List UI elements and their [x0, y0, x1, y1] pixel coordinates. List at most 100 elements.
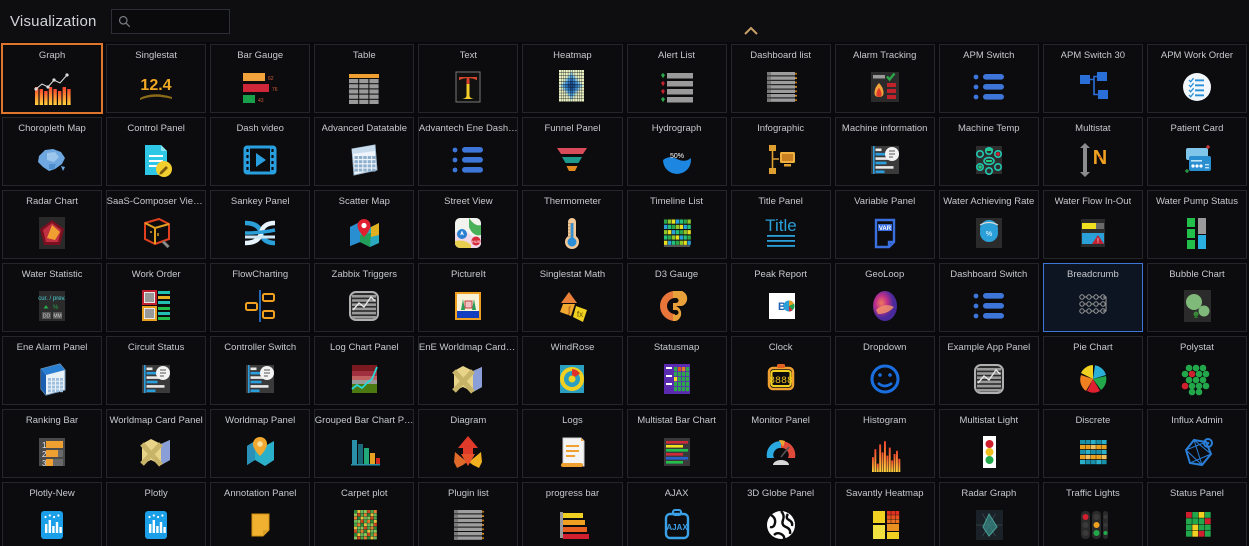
viz-card-control-panel[interactable]: Control Panel [106, 117, 207, 186]
viz-card-dashboard-list[interactable]: Dashboard list [730, 44, 831, 113]
viz-card-histogram[interactable]: Histogram [834, 409, 935, 478]
viz-card-monitor-panel[interactable]: Monitor Panel [730, 409, 831, 478]
viz-card-zabbix-triggers[interactable]: Zabbix Triggers [314, 263, 415, 332]
viz-card-singlestat[interactable]: Singlestat 12.4 [106, 44, 207, 113]
viz-card-saas-composer-viewer[interactable]: SaaS-Composer Viewer [106, 190, 207, 259]
viz-card-multistat-bar-chart[interactable]: Multistat Bar Chart [626, 409, 727, 478]
viz-card-apm-work-order[interactable]: APM Work Order [1146, 44, 1247, 113]
viz-card-alert-list[interactable]: Alert List [626, 44, 727, 113]
viz-card-diagram[interactable]: Diagram [418, 409, 519, 478]
viz-card-title-panel[interactable]: Title Panel Title [730, 190, 831, 259]
viz-card-alarm-tracking[interactable]: Alarm Tracking [834, 44, 935, 113]
viz-card-status-panel[interactable]: Status Panel [1146, 482, 1247, 546]
viz-card-text[interactable]: Text [418, 44, 519, 113]
viz-card-flowcharting[interactable]: FlowCharting [210, 263, 311, 332]
viz-card-label: Variable Panel [854, 196, 916, 207]
viz-card-geoloop[interactable]: GeoLoop [834, 263, 935, 332]
viz-card-progress-bar[interactable]: progress bar [522, 482, 623, 546]
viz-card-worldmap-card-panel[interactable]: Worldmap Card Panel [106, 409, 207, 478]
viz-card-thermometer[interactable]: Thermometer [522, 190, 623, 259]
viz-card-ranking-bar[interactable]: Ranking Bar 1 2 3 [2, 409, 103, 478]
text-icon [419, 62, 517, 112]
viz-card-peak-report[interactable]: Peak ReportBT [730, 263, 831, 332]
viz-card-3d-globe-panel[interactable]: 3D Globe Panel [730, 482, 831, 546]
viz-card-variable-panel[interactable]: Variable Panel VAR [834, 190, 935, 259]
viz-card-circuit-status[interactable]: Circuit Status [106, 336, 207, 405]
viz-card-scatter-map[interactable]: Scatter Map [314, 190, 415, 259]
viz-card-sankey-panel[interactable]: Sankey Panel [210, 190, 311, 259]
viz-card-multistat-light[interactable]: Multistat Light [938, 409, 1039, 478]
ene-alarm-panel-icon [3, 354, 101, 404]
statusmap-icon [628, 354, 726, 404]
viz-card-windrose[interactable]: WindRose [522, 336, 623, 405]
monitor-panel-icon [732, 427, 830, 477]
viz-card-ajax[interactable]: AJAX AJAX [626, 482, 727, 546]
viz-card-statusmap[interactable]: Statusmap [626, 336, 727, 405]
viz-card-apm-switch-30[interactable]: APM Switch 30 [1042, 44, 1143, 113]
viz-card-water-achieving-rate[interactable]: Water Achieving Rate% [938, 190, 1039, 259]
viz-card-plugin-list[interactable]: Plugin list [418, 482, 519, 546]
viz-card-water-statistic[interactable]: Water Statistic cur. / prev.% DD MM [2, 263, 103, 332]
heatmap-icon [523, 62, 621, 112]
apm-switch-icon [940, 62, 1038, 112]
diagram-icon [419, 427, 517, 477]
viz-card-advanced-datatable[interactable]: Advanced Datatable [314, 117, 415, 186]
viz-card-ene-worldmap-card-panel[interactable]: EnE Worldmap Card Panel [418, 336, 519, 405]
viz-card-example-app-panel[interactable]: Example App Panel [938, 336, 1039, 405]
viz-card-log-chart-panel[interactable]: Log Chart Panel [314, 336, 415, 405]
viz-card-funnel-panel[interactable]: Funnel Panel [522, 117, 623, 186]
viz-card-graph[interactable]: Graph [1, 43, 104, 114]
viz-card-radar-graph[interactable]: Radar Graph [938, 482, 1039, 546]
viz-card-d3-gauge[interactable]: D3 Gauge [626, 263, 727, 332]
viz-card-infographic[interactable]: Infographic [730, 117, 831, 186]
viz-card-dash-video[interactable]: Dash video [210, 117, 311, 186]
viz-card-heatmap[interactable]: Heatmap [522, 44, 623, 113]
viz-card-influx-admin[interactable]: Influx Admin [1146, 409, 1247, 478]
viz-card-apm-switch[interactable]: APM Switch [938, 44, 1039, 113]
viz-card-choropleth-map[interactable]: Choropleth Map [2, 117, 103, 186]
viz-card-clock[interactable]: Clock 8888 [730, 336, 831, 405]
viz-card-water-pump-status[interactable]: Water Pump Status [1146, 190, 1247, 259]
viz-card-hydrograph[interactable]: Hydrograph 50% [626, 117, 727, 186]
viz-card-ene-alarm-panel[interactable]: Ene Alarm Panel [2, 336, 103, 405]
viz-card-bar-gauge[interactable]: Bar Gauge 62 76 43 [210, 44, 311, 113]
viz-card-polystat[interactable]: Polystat [1146, 336, 1247, 405]
viz-card-carpet-plot[interactable]: Carpet plot [314, 482, 415, 546]
viz-card-breadcrumb[interactable]: Breadcrumb [1042, 263, 1143, 332]
viz-card-work-order[interactable]: Work Order [106, 263, 207, 332]
viz-card-pictureit[interactable]: PictureIt [418, 263, 519, 332]
viz-card-street-view[interactable]: Street View HUB [418, 190, 519, 259]
viz-card-discrete[interactable]: Discrete [1042, 409, 1143, 478]
alert-list-icon [628, 62, 726, 112]
search-input[interactable] [130, 14, 292, 28]
viz-card-grouped-bar-chart-panel[interactable]: Grouped Bar Chart Panel [314, 409, 415, 478]
viz-card-dashboard-switch[interactable]: Dashboard Switch [938, 263, 1039, 332]
viz-card-water-flow-in-out[interactable]: Water Flow In-Out! [1042, 190, 1143, 259]
viz-card-machine-information[interactable]: Machine information [834, 117, 935, 186]
viz-card-plotly[interactable]: Plotly [106, 482, 207, 546]
viz-card-savantly-heatmap[interactable]: Savantly Heatmap [834, 482, 935, 546]
viz-card-annotation-panel[interactable]: Annotation Panel [210, 482, 311, 546]
chevron-up-icon[interactable] [743, 26, 759, 36]
viz-card-plotly-new[interactable]: Plotly-New [2, 482, 103, 546]
viz-card-traffic-lights[interactable]: Traffic Lights [1042, 482, 1143, 546]
viz-card-controller-switch[interactable]: Controller Switch [210, 336, 311, 405]
viz-card-label: Graph [38, 50, 66, 61]
viz-card-patient-card[interactable]: Patient Card [1146, 117, 1247, 186]
viz-card-advantech-ene-dashbo[interactable]: Advantech Ene Dashbo... [418, 117, 519, 186]
viz-card-table[interactable]: Table [314, 44, 415, 113]
viz-card-radar-chart[interactable]: Radar Chart [2, 190, 103, 259]
viz-card-pie-chart[interactable]: Pie Chart [1042, 336, 1143, 405]
viz-card-logs[interactable]: Logs [522, 409, 623, 478]
svg-text:%: % [53, 305, 59, 311]
viz-card-worldmap-panel[interactable]: Worldmap Panel [210, 409, 311, 478]
search-box[interactable] [110, 8, 292, 34]
traffic-lights-icon [1044, 500, 1142, 546]
viz-card-machine-temp[interactable]: Machine Temp [938, 117, 1039, 186]
viz-card-multistat[interactable]: Multistat N. [1042, 117, 1143, 186]
viz-card-dropdown[interactable]: Dropdown [834, 336, 935, 405]
viz-card-bubble-chart[interactable]: Bubble Chart [1146, 263, 1247, 332]
viz-card-timeline-list[interactable]: Timeline List [626, 190, 727, 259]
viz-card-singlestat-math[interactable]: Singlestat Math ∫ fx [522, 263, 623, 332]
plugin-list-icon [419, 500, 517, 546]
